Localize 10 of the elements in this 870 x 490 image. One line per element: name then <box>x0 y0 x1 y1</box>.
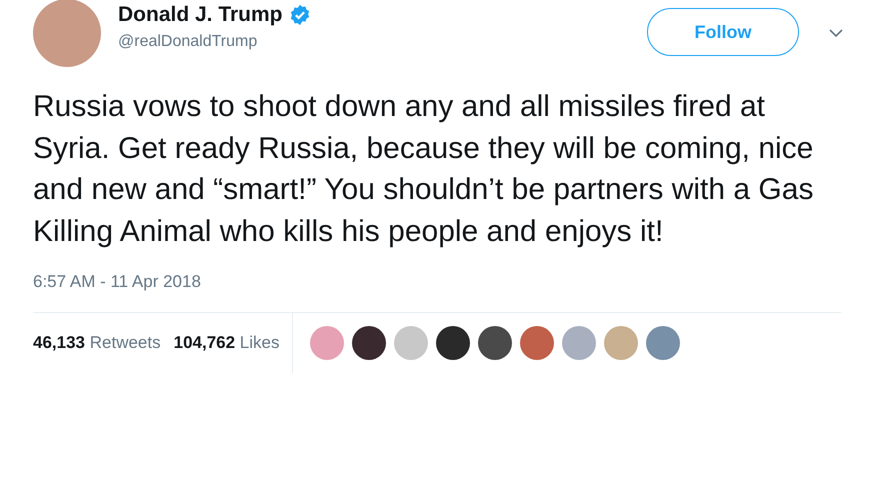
liker-avatar-placeholder[interactable] <box>352 326 386 360</box>
tweet-timestamp[interactable]: 6:57 AM - 11 Apr 2018 <box>33 272 870 292</box>
chevron-down-icon[interactable] <box>829 29 843 37</box>
liker-avatar-placeholder[interactable] <box>478 326 512 360</box>
author-handle[interactable]: @realDonaldTrump <box>118 33 647 51</box>
stat-link[interactable]: 46,133 Retweets <box>33 333 161 353</box>
author-name[interactable]: Donald J. Trump <box>118 3 283 27</box>
tweet-text: Russia vows to shoot down any and all missiles fired at Syria. Get ready Russia, because they will be coming, nice and new and “smart!” You shouldn’t be partners with a Gas Killing Animal who kills his people and enjoys it! <box>33 89 814 250</box>
liker-avatar-placeholder[interactable] <box>436 326 470 360</box>
stat-link[interactable]: 104,762 Likes <box>174 333 280 353</box>
